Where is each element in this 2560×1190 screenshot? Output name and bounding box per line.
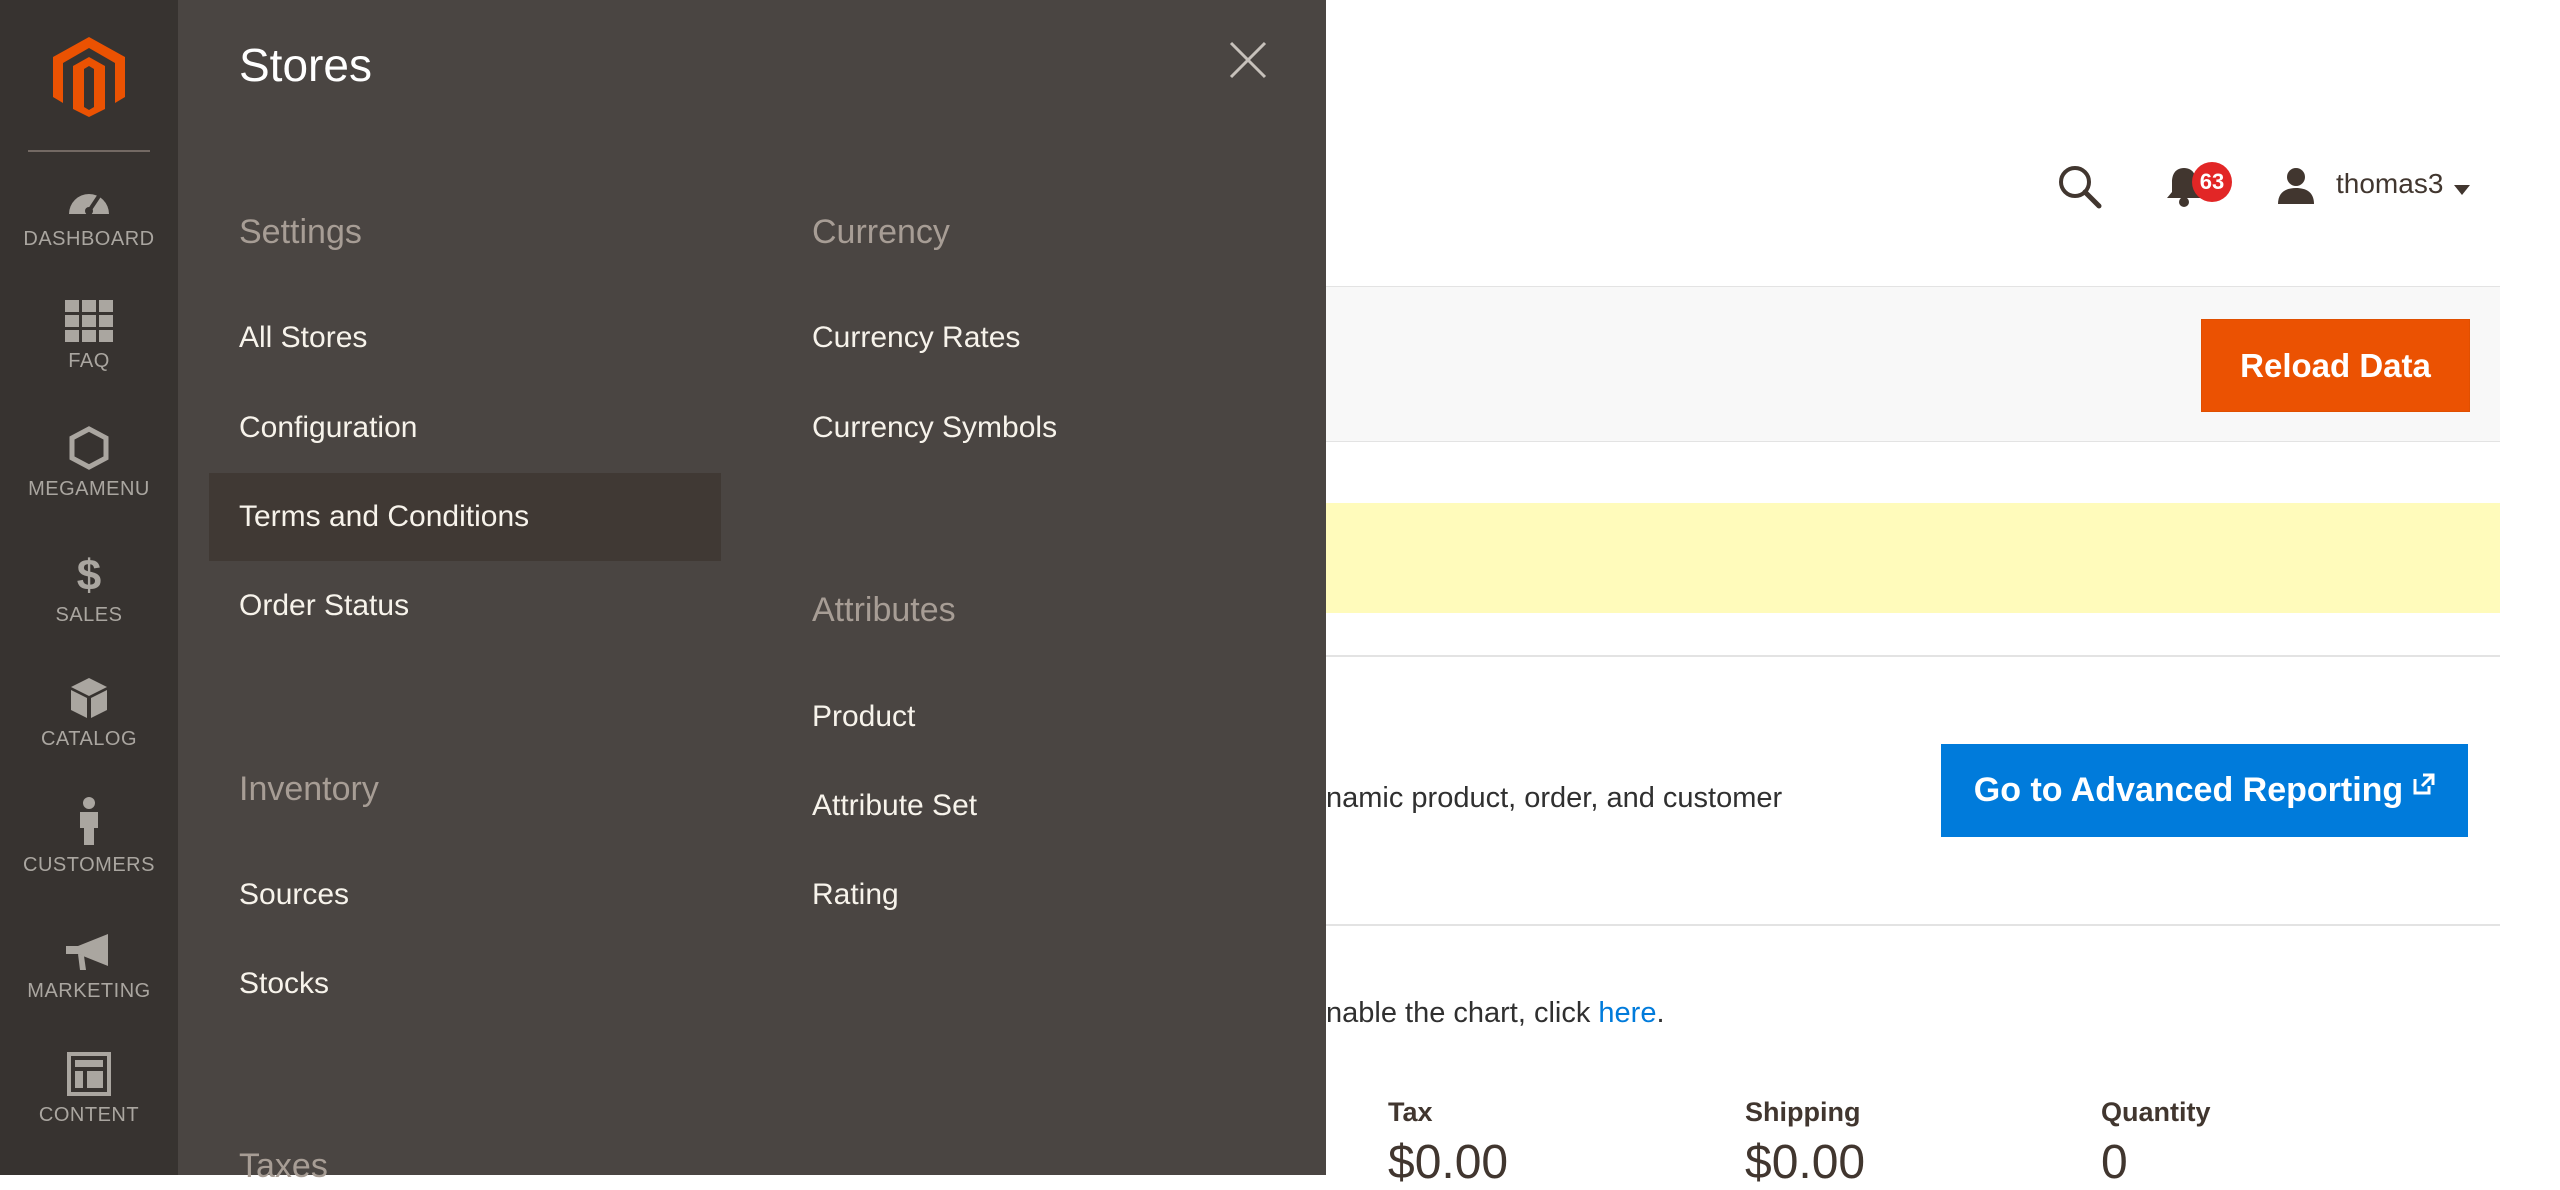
sidebar-item-label: CUSTOMERS [23,854,155,876]
menu-item-currency-symbols[interactable]: Currency Symbols [812,411,1057,445]
menu-item-all-stores[interactable]: All Stores [239,321,367,355]
menu-item-attribute-set[interactable]: Attribute Set [812,789,977,823]
menu-item-sources[interactable]: Sources [239,878,349,912]
user-icon[interactable] [2276,166,2316,211]
chart-notice-text: nable the chart, click [1326,997,1599,1029]
sidebar-item-label: SALES [55,604,123,626]
totals-quantity-label: Quantity [2101,1097,2211,1127]
user-menu-name[interactable]: thomas3 [2336,168,2443,200]
sidebar-item-customers[interactable]: CUSTOMERS [0,796,178,906]
box-icon [71,678,107,718]
sidebar-item-label: MARKETING [27,980,151,1002]
search-icon[interactable] [2056,163,2104,216]
sidebar-item-label: CONTENT [38,1104,140,1126]
logo-divider [28,150,150,152]
group-title-taxes: Taxes [239,1147,328,1185]
sidebar-item-dashboard[interactable]: DASHBOARD [0,180,178,290]
sidebar-item-label: FAQ [68,350,110,372]
admin-sidebar: DASHBOARD FAQ MEGAMENU $ SALES CATALOG C… [0,0,178,1175]
chevron-down-icon[interactable] [2454,182,2470,200]
hexagon-icon [69,426,109,470]
sidebar-item-megamenu[interactable]: MEGAMENU [0,426,178,536]
group-title-attributes: Attributes [812,591,956,629]
notification-count-badge[interactable]: 63 [2192,162,2232,202]
section-divider [1326,655,2500,657]
totals-tax-label: Tax [1388,1097,1433,1127]
sidebar-item-faq[interactable]: FAQ [0,300,178,410]
magento-logo-icon[interactable] [51,35,127,117]
menu-item-currency-rates[interactable]: Currency Rates [812,321,1020,355]
group-title-inventory: Inventory [239,770,379,808]
external-link-icon [2413,773,2435,794]
dollar-icon: $ [77,551,101,596]
layout-icon [67,1052,111,1096]
totals-tax-value: $0.00 [1388,1136,1509,1189]
group-title-currency: Currency [812,213,950,251]
enable-chart-link[interactable]: here [1598,997,1656,1029]
menu-item-configuration[interactable]: Configuration [239,411,417,445]
dashboard-icon [69,194,109,215]
totals-shipping-label: Shipping [1745,1097,1861,1127]
sidebar-item-label: CATALOG [40,728,138,750]
menu-item-terms-and-conditions[interactable]: Terms and Conditions [209,473,721,561]
chart-disabled-notice: nable the chart, click here. [1326,997,1665,1030]
reload-data-button[interactable]: Reload Data [2201,319,2470,412]
advanced-reporting-button-label: Go to Advanced Reporting [1973,771,2404,809]
svg-text:$: $ [77,551,101,596]
menu-item-rating[interactable]: Rating [812,878,899,912]
sidebar-item-sales[interactable]: $ SALES [0,550,178,660]
sidebar-item-content[interactable]: CONTENT [0,1052,178,1162]
system-message-bar [1326,503,2500,613]
close-icon[interactable] [1228,40,1278,90]
sidebar-item-marketing[interactable]: MARKETING [0,932,178,1042]
menu-item-product[interactable]: Product [812,700,915,734]
advanced-reporting-button[interactable]: Go to Advanced Reporting [1941,744,2468,837]
grid-icon [65,300,113,342]
section-divider [1326,924,2500,926]
sidebar-item-label: DASHBOARD [23,228,155,250]
sidebar-item-catalog[interactable]: CATALOG [0,676,178,786]
totals-quantity-value: 0 [2101,1136,2128,1189]
person-icon [80,797,98,845]
menu-item-label: Terms and Conditions [239,500,530,533]
flyout-title: Stores [239,39,372,91]
chart-notice-end: . [1656,997,1665,1029]
menu-item-order-status[interactable]: Order Status [239,589,409,623]
megaphone-icon [66,934,108,970]
sidebar-item-label: MEGAMENU [28,478,150,500]
totals-shipping-value: $0.00 [1745,1136,1866,1189]
stores-flyout-menu: Stores Settings All Stores Configuration… [178,0,1326,1185]
group-title-settings: Settings [239,213,362,251]
menu-item-stocks[interactable]: Stocks [239,967,329,1001]
advanced-reporting-description: namic product, order, and customer [1326,782,1783,814]
